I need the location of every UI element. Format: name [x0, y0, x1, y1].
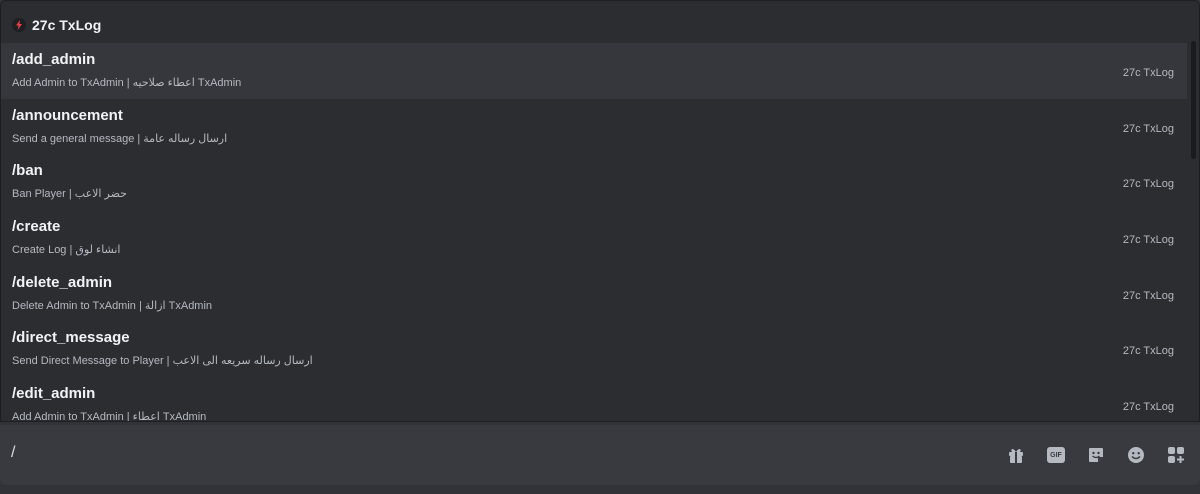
command-autocomplete-popup: 27c TxLog /add_admin Add Admin to TxAdmi… [0, 0, 1200, 422]
command-item-create[interactable]: /create Create Log | انشاء لوق 27c TxLog [1, 210, 1187, 266]
emoji-icon[interactable] [1126, 445, 1146, 465]
command-description: Add Admin to TxAdmin | اعطاء TxAdmin [12, 411, 207, 422]
command-description: Send Direct Message to Player | ارسال رس… [12, 355, 313, 368]
command-item-announcement[interactable]: /announcement Send a general message | ا… [1, 99, 1187, 155]
command-item-delete-admin[interactable]: /delete_admin Delete Admin to TxAdmin | … [1, 266, 1187, 322]
command-name: /add_admin [12, 51, 96, 68]
command-name: /ban [12, 162, 43, 180]
app-bolt-icon [12, 18, 26, 32]
command-description: Ban Player | حضر الاعب [12, 188, 127, 201]
bottom-strip [0, 485, 1200, 494]
command-item-direct-message[interactable]: /direct_message Send Direct Message to P… [1, 321, 1187, 377]
message-input[interactable]: / [11, 444, 15, 462]
app-name: 27c TxLog [32, 17, 102, 33]
command-name: /edit_admin [12, 385, 96, 403]
command-description: Create Log | انشاء لوق [12, 244, 121, 257]
apps-icon[interactable] [1166, 445, 1186, 465]
command-name: /announcement [12, 106, 123, 124]
command-description: Delete Admin to TxAdmin | ازالة TxAdmin [12, 299, 213, 312]
command-source: 27c TxLog [1122, 67, 1174, 79]
composer-actions: GIF [1006, 445, 1186, 465]
command-name: /delete_admin [12, 273, 113, 291]
command-item-ban[interactable]: /ban Ban Player | حضر الاعب 27c TxLog [1, 154, 1187, 210]
command-source: 27c TxLog [1122, 401, 1174, 414]
scrollbar-thumb[interactable] [1191, 41, 1196, 159]
command-source: 27c TxLog [1122, 122, 1174, 135]
gif-label: GIF [1047, 447, 1065, 463]
command-name: /direct_message [12, 329, 130, 347]
command-name: /create [12, 218, 61, 236]
command-item-add-admin[interactable]: /add_admin Add Admin to TxAdmin | اعطاء … [1, 43, 1187, 99]
command-description: Add Admin to TxAdmin | اعطاء صلاحيه TxAd… [12, 77, 242, 89]
popup-header: 27c TxLog [12, 17, 101, 33]
command-list: /add_admin Add Admin to TxAdmin | اعطاء … [1, 43, 1187, 422]
command-source: 27c TxLog [1122, 178, 1174, 191]
gif-icon[interactable]: GIF [1046, 445, 1066, 465]
command-source: 27c TxLog [1122, 345, 1174, 358]
command-source: 27c TxLog [1122, 289, 1174, 302]
command-description: Send a general message | ارسال رساله عام… [12, 132, 228, 145]
message-composer[interactable]: / GIF [0, 425, 1200, 485]
command-source: 27c TxLog [1122, 234, 1174, 247]
command-item-edit-admin[interactable]: /edit_admin Add Admin to TxAdmin | اعطاء… [1, 377, 1187, 422]
gift-icon[interactable] [1006, 445, 1026, 465]
sticker-icon[interactable] [1086, 445, 1106, 465]
